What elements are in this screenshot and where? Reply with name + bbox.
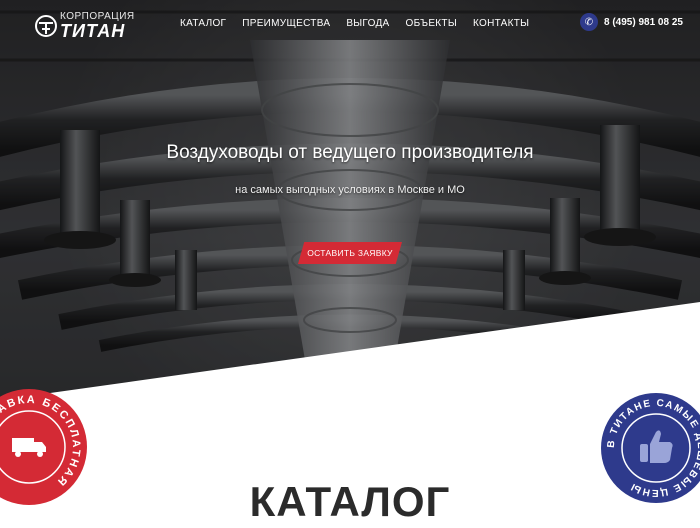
submit-request-button[interactable]: ОСТАВИТЬ ЗАЯВКУ [298,242,402,264]
nav-contacts[interactable]: КОНТАКТЫ [473,18,529,29]
phone-number: 8 (495) 981 08 25 [604,16,683,28]
header: КОРПОРАЦИЯ ТИТАН КАТАЛОГ ПРЕИМУЩЕСТВА ВЫ… [0,0,700,48]
nav-advantages[interactable]: ПРЕИМУЩЕСТВА [242,18,330,29]
nav-benefit[interactable]: ВЫГОДА [346,18,389,29]
hero-subtitle: на самых выгодных условиях в Москве и МО [235,184,465,196]
phone-contact[interactable]: ✆ 8 (495) 981 08 25 [580,13,683,31]
phone-icon: ✆ [580,13,598,31]
nav-objects[interactable]: ОБЪЕКТЫ [406,18,457,29]
main-nav: КАТАЛОГ ПРЕИМУЩЕСТВА ВЫГОДА ОБЪЕКТЫ КОНТ… [180,18,529,29]
catalog-heading: КАТАЛОГ [249,478,451,525]
logo[interactable]: КОРПОРАЦИЯ ТИТАН [34,11,144,41]
hero-title: Воздуховоды от ведущего производителя [166,142,534,163]
section-divider [0,302,700,528]
nav-catalog[interactable]: КАТАЛОГ [180,18,226,29]
titan-logo-icon [35,15,57,37]
logo-main-text: ТИТАН [60,21,126,41]
